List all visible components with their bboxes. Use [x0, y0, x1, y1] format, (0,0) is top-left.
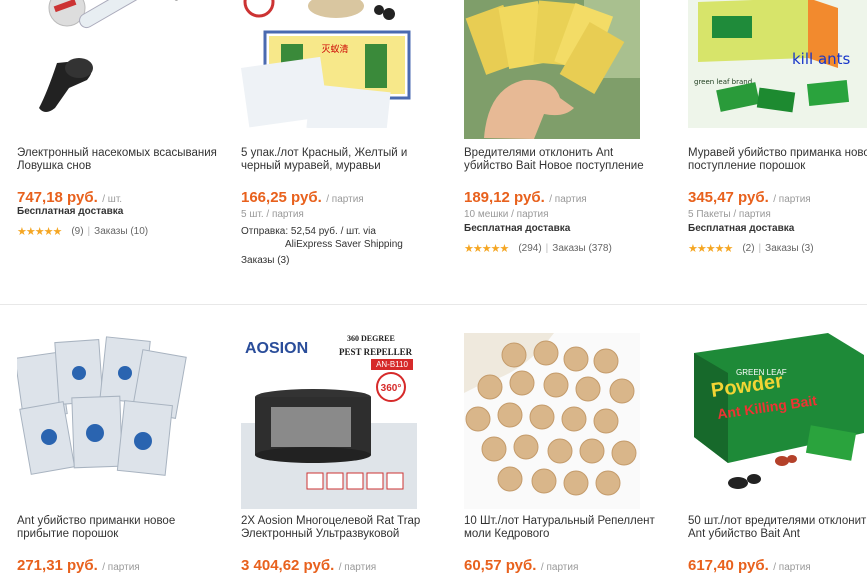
price-row: 617,40 руб. / партия [688, 557, 811, 575]
orders-count[interactable]: Заказы (3) [241, 255, 289, 266]
rating-stars-icon: ★★★★★ [17, 226, 62, 238]
product-title[interactable]: 2X Aosion Многоцелевой Rat Trap Электрон… [241, 515, 441, 541]
product-title[interactable]: 50 шт./лот вредителями отклонить Ant уби… [688, 515, 867, 541]
price: 271,31 руб. [17, 557, 98, 574]
product-image[interactable]: AOSION 360 DEGREE PEST REPELLER AN-B110 … [241, 333, 417, 509]
price-row: 189,12 руб. / партия [464, 189, 587, 207]
product-image[interactable] [17, 0, 193, 128]
price: 60,57 руб. [464, 557, 537, 574]
price: 3 404,62 руб. [241, 557, 335, 574]
orders-count[interactable]: Заказы (3) [765, 243, 813, 254]
rating-row: ★★★★★ (2) | Заказы (3) [688, 242, 814, 255]
orders-count[interactable]: Заказы (10) [94, 226, 148, 237]
price-unit: / шт. [102, 194, 123, 205]
product-image[interactable]: GREEN LEAF Powder Ant Killing Bait [688, 333, 867, 509]
product-title[interactable]: Муравей убийство приманка новое поступле… [688, 147, 867, 173]
product-image[interactable]: kill ants green leaf brand [688, 0, 867, 128]
price: 345,47 руб. [688, 189, 769, 206]
product-image[interactable] [17, 333, 193, 509]
product-title[interactable]: Ant убийство приманки новое прибытие пор… [17, 515, 217, 541]
price: 747,18 руб. [17, 189, 98, 206]
price-unit: / партия [338, 562, 377, 573]
free-shipping: Бесплатная доставка [464, 223, 571, 234]
price-unit: / партия [540, 562, 579, 573]
separator: | [758, 243, 762, 254]
rating-count[interactable]: (9) [71, 226, 83, 237]
price-row: 345,47 руб. / партия [688, 189, 811, 207]
price-unit: / партия [102, 562, 140, 573]
product-title[interactable]: 5 упак./лот Красный, Желтый и черный мур… [241, 147, 441, 173]
price-row: 271,31 руб. / партия [17, 557, 140, 575]
price-unit: / партия [326, 194, 364, 205]
product-title[interactable]: Вредителями отклонить Ant убийство Bait … [464, 147, 664, 173]
product-title[interactable]: 10 Шт./лот Натуральный Репеллент моли Ке… [464, 515, 664, 541]
rating-row: ★★★★★ (294) | Заказы (378) [464, 242, 612, 255]
rating-row: ★★★★★ (9) | Заказы (10) [17, 225, 148, 238]
lot-size: 10 мешки / партия [464, 209, 549, 220]
price-unit: / партия [773, 194, 811, 205]
rating-stars-icon: ★★★★★ [688, 243, 733, 255]
orders-count[interactable]: Заказы (378) [552, 243, 612, 254]
banner-line-1: 360 DEGREE [347, 334, 395, 343]
row-divider [0, 304, 867, 305]
lot-size: 5 Пакеты / партия [688, 209, 771, 220]
price: 166,25 руб. [241, 189, 322, 206]
brand-logo: AOSION [245, 340, 308, 357]
product-title[interactable]: Электронный насекомых всасывания Ловушка… [17, 147, 217, 173]
rating-stars-icon: ★★★★★ [464, 243, 509, 255]
price: 189,12 руб. [464, 189, 545, 206]
price-row: 166,25 руб. / партия [241, 189, 364, 207]
price-unit: / партия [549, 194, 587, 205]
separator: | [545, 243, 549, 254]
product-image[interactable] [464, 333, 640, 509]
product-image[interactable] [464, 0, 640, 139]
model-label: AN-B110 [376, 360, 408, 369]
price-unit: / партия [773, 562, 811, 573]
product-image[interactable]: 灭蚁清 [241, 0, 417, 128]
package-label: 灭蚁清 [321, 43, 348, 55]
free-shipping: Бесплатная доставка [17, 206, 124, 217]
lot-size: 5 шт. / партия [241, 209, 304, 220]
price: 617,40 руб. [688, 557, 769, 574]
rating-count[interactable]: (2) [742, 243, 754, 254]
price-row: 3 404,62 руб. / партия [241, 557, 376, 575]
shipping-cost: Отправка: 52,54 руб. / шт. via [241, 226, 376, 237]
image-headline: kill ants [792, 50, 851, 68]
price-row: 60,57 руб. / партия [464, 557, 578, 575]
price-row: 747,18 руб. / шт. [17, 189, 122, 207]
shipping-method: AliExpress Saver Shipping [285, 239, 403, 250]
degree-badge: 360° [381, 383, 402, 394]
separator: | [87, 226, 91, 237]
banner-line-2: PEST REPELLER [339, 347, 413, 357]
free-shipping: Бесплатная доставка [688, 223, 795, 234]
rating-count[interactable]: (294) [518, 243, 541, 254]
